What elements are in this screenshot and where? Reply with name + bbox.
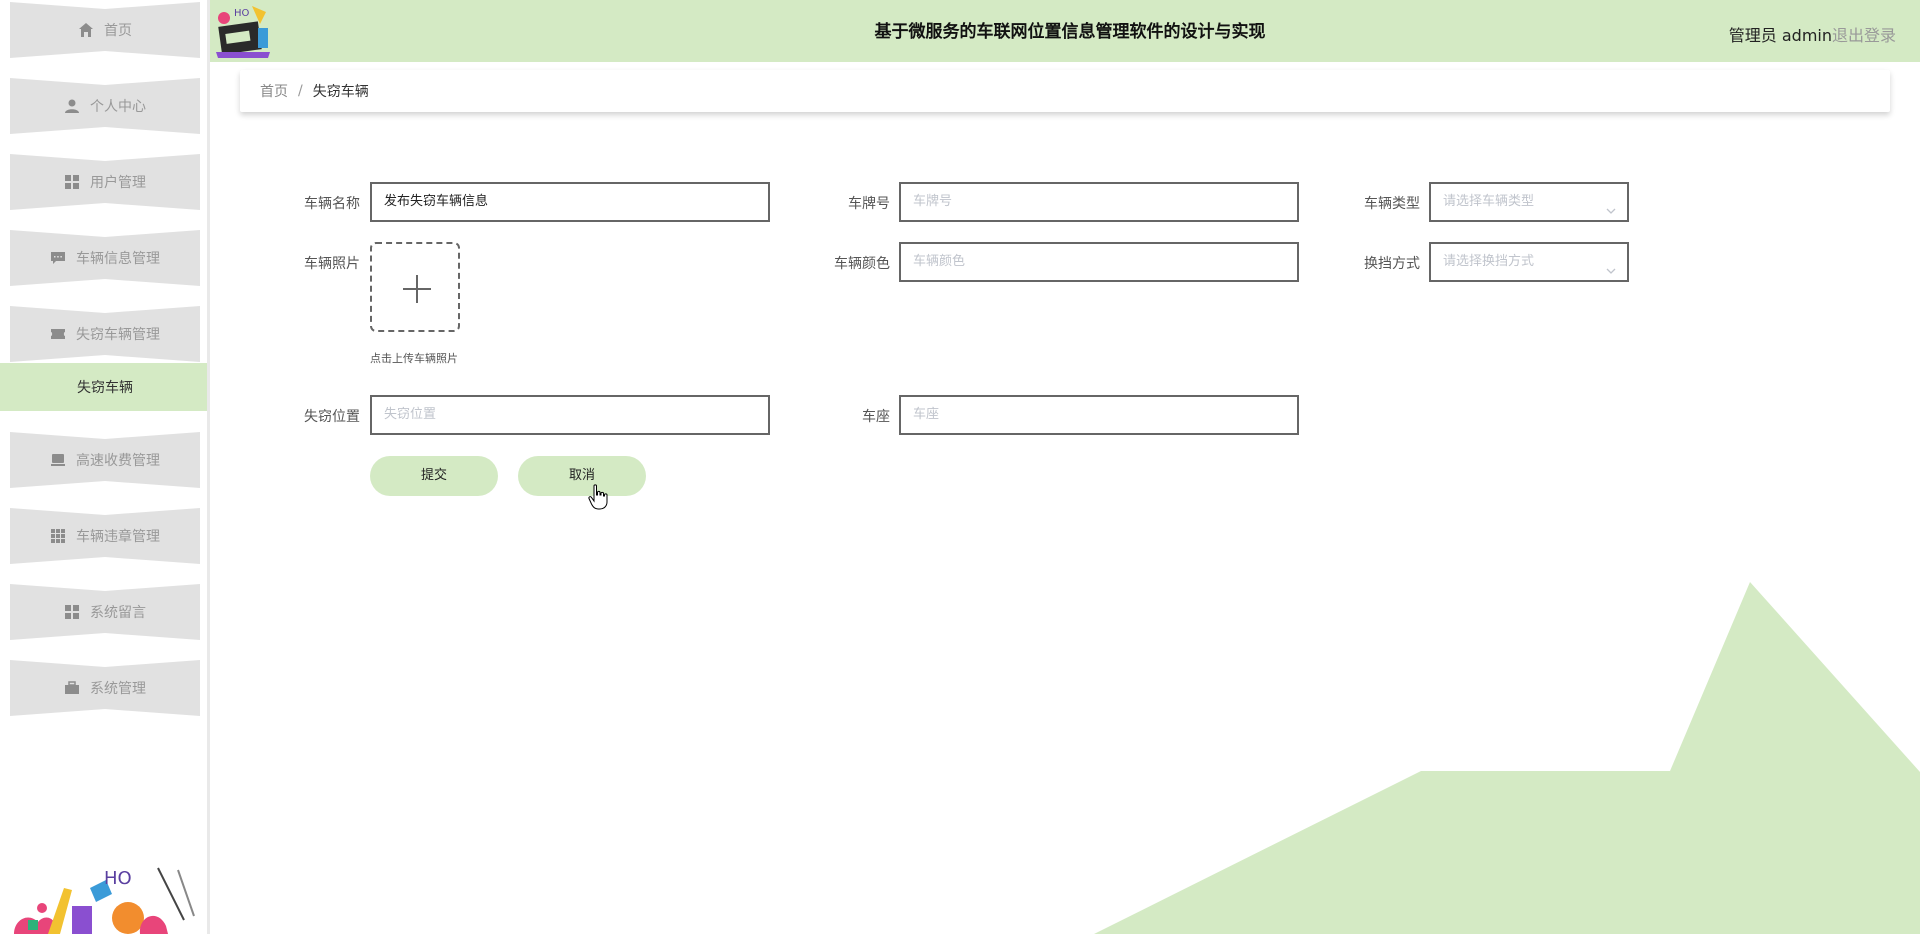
breadcrumb-separator: /	[298, 83, 303, 99]
sidebar-item-personal-center[interactable]: 个人中心	[10, 78, 200, 134]
stolen-location-label: 失窃位置	[304, 409, 360, 425]
ticket-icon	[50, 326, 66, 342]
sidebar-item-label: 失窃车辆管理	[76, 327, 160, 343]
app-title: 基于微服务的车联网位置信息管理软件的设计与实现	[874, 22, 1266, 41]
chevron-down-icon	[1605, 196, 1617, 214]
apps-icon	[50, 528, 66, 544]
gear-label: 换挡方式	[1364, 256, 1420, 272]
vehicle-name-label: 车辆名称	[304, 196, 360, 212]
sidebar-item-user-management[interactable]: 用户管理	[10, 154, 200, 210]
sidebar-item-label: 系统留言	[90, 605, 146, 621]
sidebar-item-label: 用户管理	[90, 175, 146, 191]
sidebar-item-label: 系统管理	[90, 681, 146, 697]
sidebar-item-vehicle-info[interactable]: 车辆信息管理	[10, 230, 200, 286]
photo-upload-tip: 点击上传车辆照片	[370, 352, 458, 365]
grid-icon	[64, 174, 80, 190]
breadcrumb: 首页 / 失窃车辆	[240, 70, 1890, 112]
seats-label: 车座	[862, 409, 890, 425]
seats-input[interactable]: 车座	[899, 395, 1299, 435]
chevron-down-icon	[1605, 256, 1617, 274]
vehicle-type-placeholder: 请选择车辆类型	[1443, 194, 1535, 209]
cancel-button[interactable]: 取消	[518, 456, 646, 496]
sidebar-item-label: 车辆信息管理	[76, 251, 160, 267]
svg-text:HO: HO	[104, 868, 132, 889]
photo-upload-box[interactable]	[370, 242, 460, 332]
plus-icon	[403, 275, 431, 303]
breadcrumb-home[interactable]: 首页	[260, 81, 288, 101]
vehicle-type-select[interactable]: 请选择车辆类型	[1429, 182, 1629, 222]
monitor-icon	[50, 452, 66, 468]
sidebar-item-stolen-vehicle-management[interactable]: 失窃车辆管理	[10, 306, 200, 362]
sidebar-item-label: 首页	[104, 23, 132, 39]
sidebar-item-violation[interactable]: 车辆违章管理	[10, 508, 200, 564]
sidebar-item-label: 个人中心	[90, 99, 146, 115]
sidebar-item-home[interactable]: 首页	[10, 2, 200, 58]
top-header: HO 基于微服务的车联网位置信息管理软件的设计与实现 管理员 admin 退出登…	[210, 0, 1920, 62]
vehicle-color-label: 车辆颜色	[834, 256, 890, 272]
background-decoration	[1094, 582, 1920, 934]
gear-placeholder: 请选择换挡方式	[1443, 254, 1535, 269]
vehicle-color-input[interactable]: 车辆颜色	[899, 242, 1299, 282]
vehicle-type-label: 车辆类型	[1364, 196, 1420, 212]
breadcrumb-current: 失窃车辆	[312, 84, 369, 100]
sidebar-item-system-message[interactable]: 系统留言	[10, 584, 200, 640]
gear-select[interactable]: 请选择换挡方式	[1429, 242, 1629, 282]
briefcase-icon	[64, 680, 80, 696]
current-user: 管理员 admin	[1728, 26, 1832, 45]
vehicle-name-input[interactable]: 发布失窃车辆信息	[370, 182, 770, 222]
sidebar-item-highway-toll[interactable]: 高速收费管理	[10, 432, 200, 488]
vehicle-photo-label: 车辆照片	[304, 256, 360, 272]
sidebar-item-system-management[interactable]: 系统管理	[10, 660, 200, 716]
sidebar: 首页 个人中心 用户管理 车辆信息管理 失窃车辆管理 失窃车辆 高速收费管理 车…	[0, 0, 210, 934]
stolen-location-input[interactable]: 失窃位置	[370, 395, 770, 435]
logout-link[interactable]: 退出登录	[1832, 22, 1896, 46]
plate-input[interactable]: 车牌号	[899, 182, 1299, 222]
sidebar-subitem-stolen-vehicle[interactable]: 失窃车辆	[0, 363, 207, 411]
home-icon	[78, 22, 94, 38]
sidebar-logo-illustration: HO	[14, 867, 195, 934]
sidebar-item-label: 车辆违章管理	[76, 529, 160, 545]
submit-button[interactable]: 提交	[370, 456, 498, 496]
user-icon	[64, 98, 80, 114]
message-icon	[50, 250, 66, 266]
hand-cursor-icon	[588, 484, 608, 510]
plate-label: 车牌号	[848, 196, 890, 212]
grid-icon	[64, 604, 80, 620]
sidebar-item-label: 高速收费管理	[76, 453, 160, 469]
